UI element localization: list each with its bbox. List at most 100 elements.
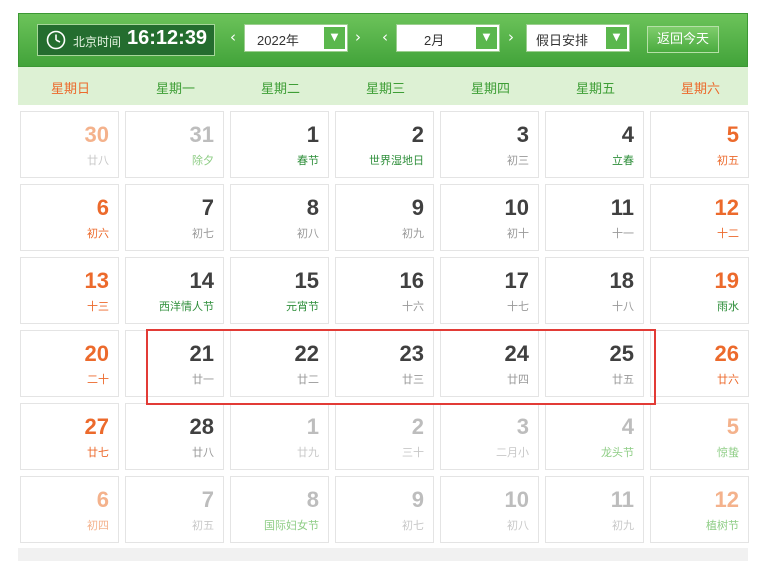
day-number: 12	[714, 487, 739, 512]
day-lunar-label: 初九	[402, 227, 424, 240]
day-lunar-label: 初五	[192, 519, 214, 532]
day-cell[interactable]: 11 初九	[545, 476, 644, 543]
day-cell[interactable]: 2 世界湿地日	[335, 111, 434, 178]
year-select[interactable]: 2022年 ▼	[244, 24, 348, 52]
day-lunar-label: 初九	[612, 519, 634, 532]
day-cell[interactable]: 4 立春	[545, 111, 644, 178]
prev-month-arrow-icon[interactable]: ‹	[379, 28, 391, 46]
day-lunar-label: 初七	[402, 519, 424, 532]
day-number: 16	[399, 268, 424, 293]
day-number: 18	[609, 268, 634, 293]
clock-time: 16:12:39	[127, 27, 208, 49]
day-number: 4	[621, 122, 634, 147]
day-number: 19	[714, 268, 739, 293]
day-lunar-label: 廿五	[612, 373, 634, 386]
day-cell[interactable]: 22 廿二	[230, 330, 329, 397]
day-cell[interactable]: 9 初九	[335, 184, 434, 251]
day-cell[interactable]: 31 除夕	[125, 111, 224, 178]
day-cell[interactable]: 11 十一	[545, 184, 644, 251]
day-cell[interactable]: 17 十七	[440, 257, 539, 324]
day-number: 1	[306, 122, 319, 147]
day-lunar-label: 廿三	[402, 373, 424, 386]
day-number: 24	[504, 341, 529, 366]
day-lunar-label: 初七	[192, 227, 214, 240]
day-lunar-label: 世界湿地日	[369, 154, 424, 167]
weekday-label: 星期一	[155, 82, 195, 97]
day-cell[interactable]: 25 廿五	[545, 330, 644, 397]
beijing-clock: 北京时间 16:12:39	[37, 24, 215, 56]
day-cell[interactable]: 16 十六	[335, 257, 434, 324]
day-cell[interactable]: 6 初六	[20, 184, 119, 251]
weekday-label: 星期三	[365, 82, 405, 97]
holiday-select-value: 假日安排	[536, 33, 589, 48]
clock-label: 北京时间	[73, 35, 122, 49]
day-lunar-label: 廿八	[192, 446, 214, 459]
day-cell[interactable]: 10 初十	[440, 184, 539, 251]
back-to-today-button[interactable]: 返回今天	[647, 26, 719, 53]
day-lunar-label: 初八	[297, 227, 319, 240]
day-cell[interactable]: 8 初八	[230, 184, 329, 251]
day-number: 7	[201, 487, 214, 512]
day-lunar-label: 元宵节	[286, 300, 319, 313]
day-cell[interactable]: 10 初八	[440, 476, 539, 543]
day-lunar-label: 初三	[507, 154, 529, 167]
day-cell[interactable]: 23 廿三	[335, 330, 434, 397]
day-cell[interactable]: 28 廿八	[125, 403, 224, 470]
day-cell[interactable]: 1 春节	[230, 111, 329, 178]
day-cell[interactable]: 5 惊蛰	[650, 403, 749, 470]
day-cell[interactable]: 6 初四	[20, 476, 119, 543]
day-lunar-label: 植树节	[706, 519, 739, 532]
day-cell[interactable]: 30 廿八	[20, 111, 119, 178]
day-lunar-label: 十八	[612, 300, 634, 313]
day-cell[interactable]: 12 植树节	[650, 476, 749, 543]
day-number: 14	[189, 268, 214, 293]
day-number: 26	[714, 341, 739, 366]
day-cell[interactable]: 27 廿七	[20, 403, 119, 470]
day-cell[interactable]: 3 初三	[440, 111, 539, 178]
day-cell[interactable]: 13 十三	[20, 257, 119, 324]
day-cell[interactable]: 7 初五	[125, 476, 224, 543]
day-lunar-label: 初五	[717, 154, 739, 167]
day-cell[interactable]: 12 十二	[650, 184, 749, 251]
day-cell[interactable]: 26 廿六	[650, 330, 749, 397]
weekday-label: 星期五	[575, 82, 615, 97]
day-number: 17	[504, 268, 529, 293]
weekday-label: 星期四	[470, 82, 510, 97]
day-cell[interactable]: 4 龙头节	[545, 403, 644, 470]
day-cell[interactable]: 1 廿九	[230, 403, 329, 470]
day-cell[interactable]: 18 十八	[545, 257, 644, 324]
clock-icon	[46, 30, 66, 50]
day-cell[interactable]: 2 三十	[335, 403, 434, 470]
day-cell[interactable]: 7 初七	[125, 184, 224, 251]
day-lunar-label: 十六	[402, 300, 424, 313]
day-cell[interactable]: 14 西洋情人节	[125, 257, 224, 324]
weekday-label: 星期二	[260, 82, 300, 97]
day-lunar-label: 初四	[87, 519, 109, 532]
day-cell[interactable]: 24 廿四	[440, 330, 539, 397]
day-cell[interactable]: 8 国际妇女节	[230, 476, 329, 543]
day-lunar-label: 龙头节	[601, 446, 634, 459]
day-cell[interactable]: 5 初五	[650, 111, 749, 178]
day-cell[interactable]: 20 二十	[20, 330, 119, 397]
day-cell[interactable]: 3 二月小	[440, 403, 539, 470]
day-lunar-label: 初十	[507, 227, 529, 240]
day-cell[interactable]: 21 廿一	[125, 330, 224, 397]
holiday-select[interactable]: 假日安排 ▼	[526, 24, 630, 52]
day-lunar-label: 立春	[612, 154, 634, 167]
prev-year-arrow-icon[interactable]: ‹	[227, 28, 239, 46]
day-lunar-label: 初六	[87, 227, 109, 240]
day-cell[interactable]: 9 初七	[335, 476, 434, 543]
chevron-down-icon[interactable]: ▼	[324, 27, 345, 49]
next-month-arrow-icon[interactable]: ›	[505, 28, 517, 46]
month-select[interactable]: 2月 ▼	[396, 24, 500, 52]
day-number: 3	[516, 122, 529, 147]
day-lunar-label: 三十	[402, 446, 424, 459]
day-number: 5	[726, 122, 739, 147]
day-lunar-label: 国际妇女节	[264, 519, 319, 532]
chevron-down-icon[interactable]: ▼	[606, 27, 627, 49]
day-cell[interactable]: 15 元宵节	[230, 257, 329, 324]
day-cell[interactable]: 19 雨水	[650, 257, 749, 324]
next-year-arrow-icon[interactable]: ›	[352, 28, 364, 46]
chevron-down-icon[interactable]: ▼	[476, 27, 497, 49]
day-number: 21	[189, 341, 214, 366]
